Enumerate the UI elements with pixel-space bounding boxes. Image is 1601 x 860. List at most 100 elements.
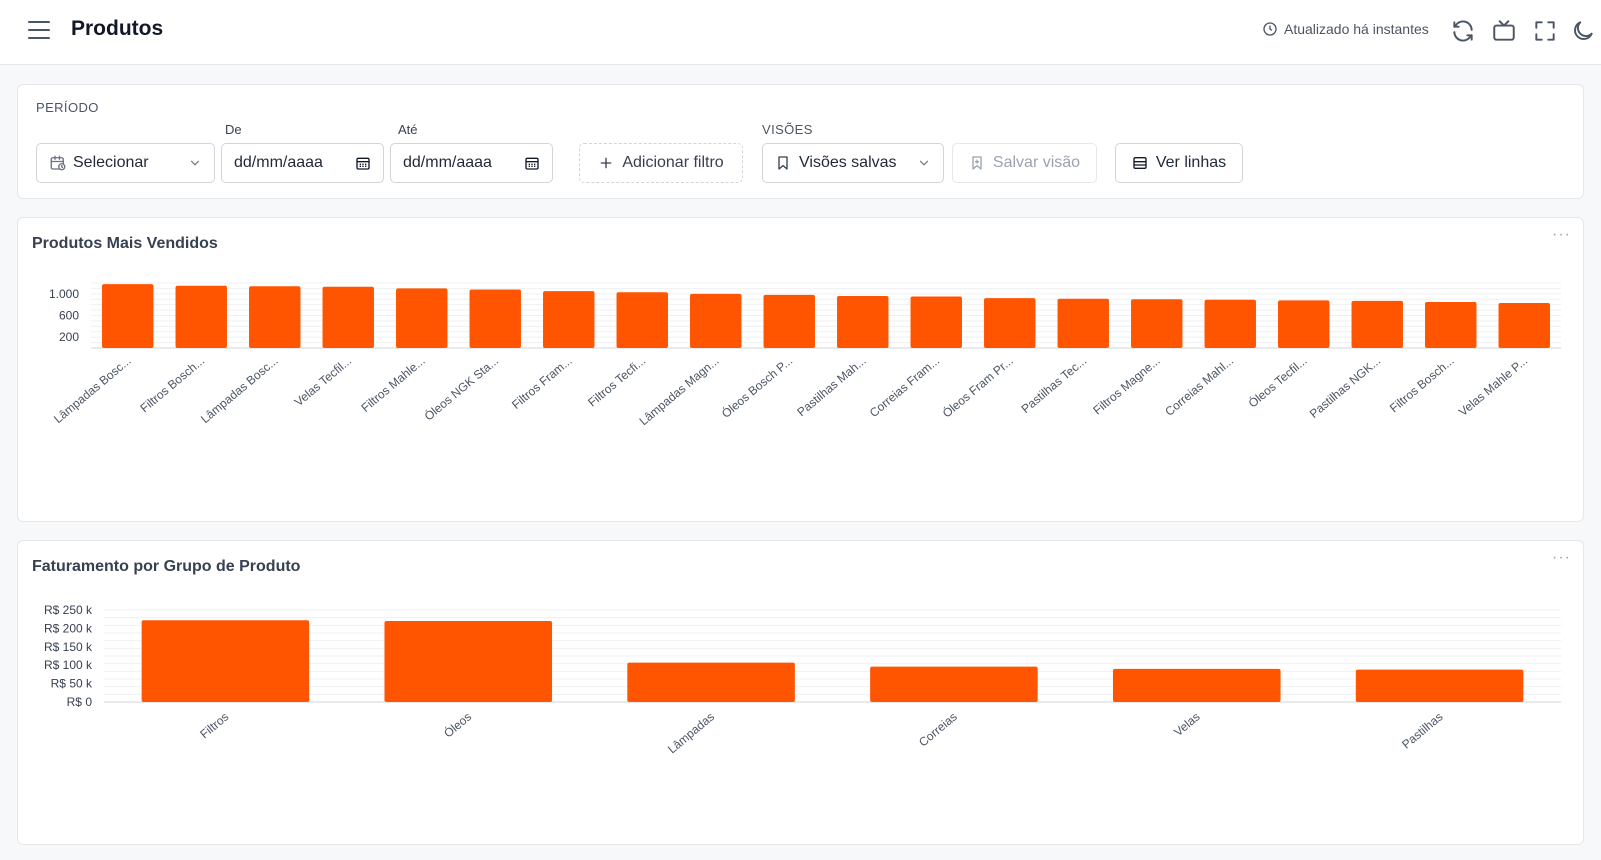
bar[interactable]	[763, 294, 815, 348]
add-filter-label: Adicionar filtro	[622, 154, 724, 171]
revenue-by-group-chart-card: Faturamento por Grupo de Produto ··· R$ …	[17, 540, 1584, 845]
updated-status: Atualizado há instantes	[1262, 21, 1429, 37]
x-tick-label: Filtros	[197, 710, 231, 742]
clock-icon	[1263, 22, 1277, 36]
x-tick-label: Filtros Bosch...	[1387, 354, 1457, 416]
x-tick-label: Óleos	[441, 709, 475, 741]
x-tick-label: Lâmpadas	[665, 710, 717, 757]
x-tick-label: Lâmpadas Bosc...	[51, 354, 134, 426]
bar[interactable]	[1355, 669, 1524, 702]
calendar-clock-icon	[50, 155, 66, 171]
x-tick-label: Velas Tecfil...	[292, 354, 354, 410]
updated-text: Atualizado há instantes	[1284, 21, 1429, 37]
y-tick-label: R$ 250 k	[44, 603, 93, 617]
x-tick-label: Óleos Bosch P...	[718, 353, 795, 421]
bar[interactable]	[1351, 300, 1403, 348]
x-tick-label: Velas	[1171, 710, 1202, 740]
bar[interactable]	[1204, 299, 1256, 348]
bar[interactable]	[322, 286, 374, 348]
x-tick-label: Lâmpadas Magn...	[637, 354, 722, 429]
period-select-value: Selecionar	[73, 154, 149, 171]
x-tick-label: Correias Fram...	[867, 354, 942, 420]
add-filter-button[interactable]: Adicionar filtro	[579, 143, 743, 183]
x-tick-label: Pastilhas Tec...	[1019, 354, 1090, 416]
plus-icon	[600, 157, 612, 169]
revenue-by-group-chart: R$ 250 k R$ 200 k R$ 150 k R$ 100 k R$ 50 k R…	[44, 603, 1561, 757]
top-bar: Produtos Atualizado há instantes	[0, 0, 1601, 65]
fullscreen-icon[interactable]	[1532, 18, 1558, 44]
menu-icon[interactable]	[28, 19, 50, 41]
de-label: De	[225, 122, 242, 137]
x-tick-label: Óleos Tecfil...	[1245, 353, 1310, 411]
top-products-chart-card: Produtos Mais Vendidos ··· 1.000 600 200 Lâ…	[17, 217, 1584, 522]
bar[interactable]	[616, 292, 668, 348]
calendar-icon[interactable]	[355, 155, 371, 171]
x-tick-label: Óleos NGK Sta...	[421, 353, 501, 424]
x-tick-label: Óleos Fram Pr...	[939, 353, 1016, 421]
bar[interactable]	[1498, 303, 1550, 348]
bar[interactable]	[396, 288, 448, 348]
dark-mode-icon[interactable]	[1570, 18, 1596, 44]
saved-views-select[interactable]: Visões salvas	[762, 143, 944, 183]
bar[interactable]	[1131, 299, 1183, 348]
y-tick-label: R$ 0	[67, 695, 93, 709]
bar[interactable]	[175, 285, 227, 348]
visoes-label: VISÕES	[762, 122, 813, 137]
bar[interactable]	[141, 620, 310, 702]
x-tick-label: Filtros Bosch...	[137, 354, 207, 416]
date-to-placeholder: dd/mm/aaaa	[403, 154, 492, 171]
top-products-chart: 1.000600200Lâmpadas Bosc... Filtros Bosch…	[49, 282, 1561, 429]
bar[interactable]	[1278, 300, 1330, 348]
tv-icon[interactable]	[1491, 18, 1517, 44]
y-tick-label: 1.000	[49, 287, 79, 301]
bar[interactable]	[1425, 301, 1477, 348]
bar[interactable]	[627, 662, 795, 702]
x-tick-label: Correias Mahl...	[1162, 354, 1236, 419]
period-select[interactable]: Selecionar	[36, 143, 215, 183]
save-view-button[interactable]: Salvar visão	[952, 143, 1097, 183]
x-tick-label: Filtros Fram...	[509, 354, 575, 412]
x-tick-label: Filtros Tecfi...	[585, 354, 648, 410]
date-to-input[interactable]: dd/mm/aaaa	[390, 143, 553, 183]
chevron-down-icon	[919, 160, 929, 166]
x-tick-label: Filtros Mahle...	[358, 354, 427, 415]
x-tick-label: Pastilhas	[1399, 710, 1445, 752]
bar[interactable]	[837, 296, 889, 348]
y-tick-label: R$ 150 k	[44, 640, 93, 654]
bar[interactable]	[249, 286, 301, 348]
bar[interactable]	[1057, 298, 1109, 348]
periodo-label: PERÍODO	[36, 100, 99, 115]
bar[interactable]	[469, 289, 521, 349]
calendar-icon[interactable]	[524, 155, 540, 171]
date-from-input[interactable]: dd/mm/aaaa	[221, 143, 384, 183]
y-tick-label: 200	[59, 330, 79, 344]
view-rows-label: Ver linhas	[1155, 154, 1227, 171]
x-tick-label: Correias	[916, 710, 960, 750]
page-title: Produtos	[71, 17, 164, 40]
bar[interactable]	[870, 666, 1038, 702]
bar[interactable]	[543, 291, 595, 348]
y-tick-label: 600	[59, 309, 79, 323]
bar[interactable]	[910, 296, 962, 348]
bar[interactable]	[984, 298, 1036, 348]
y-tick-label: R$ 50 k	[51, 677, 93, 691]
bookmark-icon	[778, 156, 788, 170]
bookmark-plus-icon	[972, 156, 982, 170]
view-rows-button[interactable]: Ver linhas	[1115, 143, 1243, 183]
y-tick-label: R$ 200 k	[44, 621, 93, 635]
x-tick-label: Filtros Magne...	[1090, 354, 1162, 418]
y-tick-label: R$ 100 k	[44, 658, 93, 672]
bar[interactable]	[1112, 668, 1281, 702]
ate-label: Até	[398, 122, 418, 137]
bar[interactable]	[384, 621, 553, 702]
filters-panel: PERÍODO De Até VISÕES Selecionar dd/mm/a…	[17, 84, 1584, 199]
refresh-icon[interactable]	[1450, 18, 1476, 44]
bar[interactable]	[690, 293, 742, 348]
x-tick-label: Lâmpadas Bosc...	[198, 354, 281, 426]
save-view-label: Salvar visão	[992, 154, 1081, 171]
table-icon	[1133, 157, 1147, 169]
saved-views-label: Visões salvas	[799, 154, 897, 171]
bar[interactable]	[102, 284, 154, 348]
chevron-down-icon	[190, 160, 200, 166]
date-from-placeholder: dd/mm/aaaa	[234, 154, 323, 171]
